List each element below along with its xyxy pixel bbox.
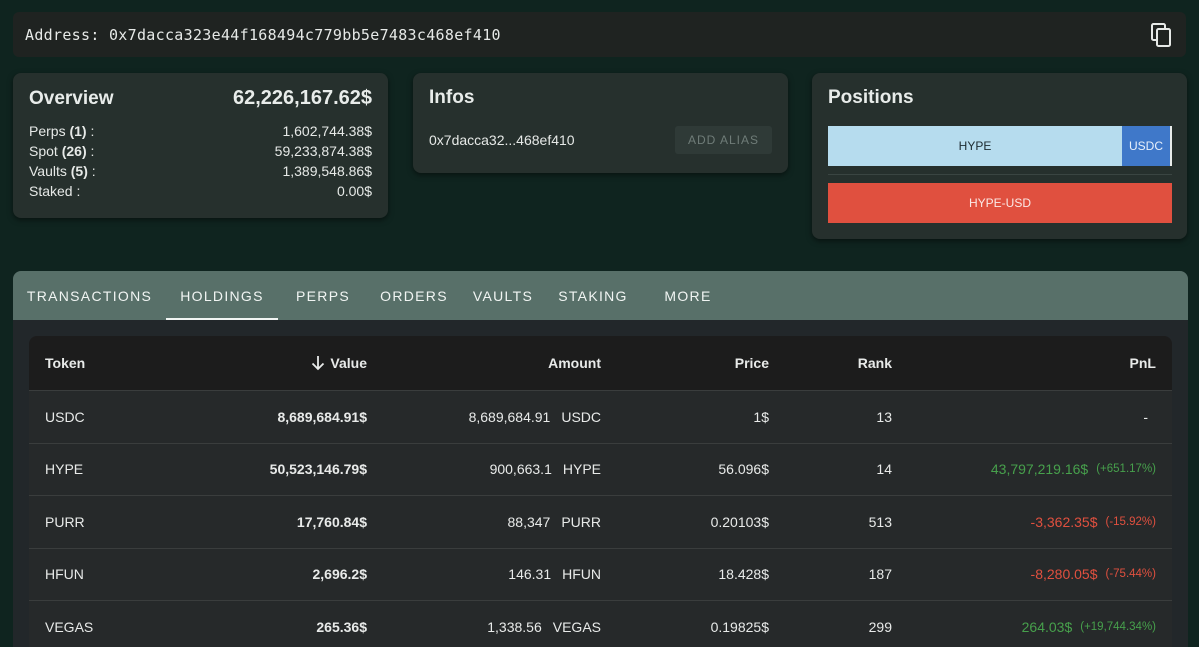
token-name: USDC (45, 408, 85, 425)
infos-address: 0x7dacca32...468ef410 (429, 132, 575, 148)
table-header: Token Value Amount Price Rank PnL (29, 336, 1172, 391)
table-row[interactable]: PURR 17,760.84$ 88,347 PURR 0.20103$ 513 … (29, 496, 1172, 549)
header-token[interactable]: Token (45, 336, 85, 390)
token-pnl: 264.03$ (+19,744.34%) (1021, 618, 1156, 635)
token-amount: 88,347 PURR (507, 513, 602, 530)
tab-holdings[interactable]: HOLDINGS (166, 271, 278, 320)
header-amount[interactable]: Amount (548, 336, 601, 390)
overview-row-vaults: Vaults (5) : 1,389,548.86$ (29, 163, 372, 179)
position-bar-hype-usd[interactable]: HYPE-USD (828, 183, 1172, 223)
token-amount: 900,663.1 HYPE (489, 461, 601, 478)
token-price: 0.20103$ (710, 513, 769, 530)
token-rank: 13 (876, 408, 892, 425)
token-pnl: - (1143, 408, 1148, 425)
token-price: 56.096$ (718, 461, 769, 478)
address-text: Address: 0x7dacca323e44f168494c779bb5e74… (25, 25, 501, 44)
overview-card: Overview 62,226,167.62$ Perps (1) : 1,60… (13, 73, 388, 218)
header-rank[interactable]: Rank (858, 336, 892, 390)
positions-divider (828, 174, 1172, 175)
overview-row-staked: Staked : 0.00$ (29, 183, 372, 199)
tab-vaults[interactable]: VAULTS (460, 271, 546, 320)
table-row[interactable]: VEGAS 265.36$ 1,338.56 VEGAS 0.19825$ 299… (29, 601, 1172, 647)
token-pnl: 43,797,219.16$ (+651.17%) (990, 461, 1156, 478)
token-name: VEGAS (45, 618, 94, 635)
infos-title: Infos (429, 87, 475, 108)
infos-card: Infos 0x7dacca32...468ef410 ADD ALIAS (413, 73, 788, 173)
header-pnl[interactable]: PnL (1130, 336, 1156, 390)
positions-card: Positions HYPE USDC HYPE-USD (812, 73, 1187, 239)
token-amount: 1,338.56 VEGAS (487, 618, 601, 635)
tabs-panel: TRANSACTIONS HOLDINGS PERPS ORDERS VAULT… (13, 271, 1188, 647)
token-name: PURR (45, 513, 85, 530)
token-value: 8,689,684.91$ (277, 408, 367, 425)
position-bar-hype[interactable]: HYPE USDC (828, 126, 1172, 166)
token-rank: 14 (876, 461, 892, 478)
token-name: HFUN (45, 566, 84, 583)
token-amount: 8,689,684.91 USDC (468, 408, 601, 425)
token-value: 2,696.2$ (312, 566, 368, 583)
add-alias-button[interactable]: ADD ALIAS (674, 126, 772, 154)
token-price: 1$ (753, 408, 769, 425)
copy-icon[interactable] (1150, 22, 1174, 48)
tab-staking[interactable]: STAKING (546, 271, 640, 320)
arrow-down-icon (312, 356, 325, 371)
position-hype-segment[interactable]: HYPE (828, 126, 1122, 166)
table-row[interactable]: HFUN 2,696.2$ 146.31 HFUN 18.428$ 187 -8,… (29, 549, 1172, 601)
token-amount: 146.31 HFUN (508, 566, 601, 583)
table-row[interactable]: HYPE 50,523,146.79$ 900,663.1 HYPE 56.096… (29, 444, 1172, 496)
table-row[interactable]: USDC 8,689,684.91$ 8,689,684.91 USDC 1$ 1… (29, 391, 1172, 444)
overview-total: 62,226,167.62$ (232, 87, 372, 109)
address-bar: Address: 0x7dacca323e44f168494c779bb5e74… (13, 12, 1186, 57)
token-name: HYPE (45, 461, 84, 478)
tab-perps[interactable]: PERPS (278, 271, 368, 320)
overview-row-spot: Spot (26) : 59,233,874.38$ (29, 143, 372, 159)
overview-row-perps: Perps (1) : 1,602,744.38$ (29, 123, 372, 139)
tab-transactions[interactable]: TRANSACTIONS (13, 271, 166, 320)
header-price[interactable]: Price (735, 336, 769, 390)
tab-bar: TRANSACTIONS HOLDINGS PERPS ORDERS VAULT… (13, 271, 1188, 320)
position-usdc-segment[interactable]: USDC (1122, 126, 1172, 166)
token-value: 265.36$ (316, 618, 367, 635)
token-rank: 187 (868, 566, 892, 583)
token-price: 18.428$ (718, 566, 769, 583)
token-value: 17,760.84$ (296, 513, 367, 530)
token-rank: 513 (868, 513, 892, 530)
token-pnl: -3,362.35$ (-15.92%) (1030, 513, 1156, 530)
token-pnl: -8,280.05$ (-75.44%) (1030, 566, 1156, 583)
positions-title: Positions (828, 87, 914, 108)
token-value: 50,523,146.79$ (269, 461, 367, 478)
tab-more[interactable]: MORE (640, 271, 736, 320)
tab-orders[interactable]: ORDERS (368, 271, 460, 320)
token-price: 0.19825$ (710, 618, 769, 635)
header-value[interactable]: Value (311, 336, 367, 390)
holdings-table: Token Value Amount Price Rank PnL USDC 8… (29, 336, 1172, 647)
token-rank: 299 (868, 618, 892, 635)
overview-title: Overview (29, 88, 114, 109)
